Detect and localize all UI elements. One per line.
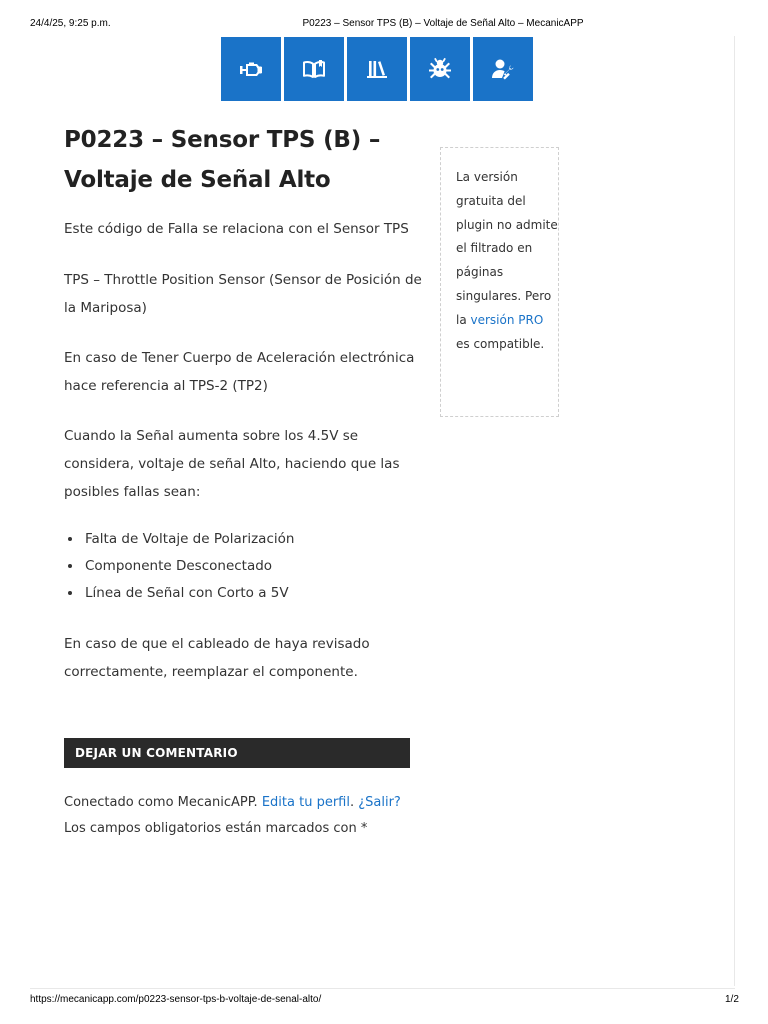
- library-books-icon: [367, 61, 387, 78]
- page-title: P0223 – Sensor TPS (B) – Voltaje de Seña…: [64, 127, 381, 193]
- widget-text-after: es compatible.: [456, 336, 545, 351]
- fault-list: Falta de Voltaje de Polarización Compone…: [64, 526, 423, 607]
- footer-divider: [30, 988, 735, 989]
- nav-book-button[interactable]: [284, 37, 344, 101]
- paragraph-tps-definition: TPS – Throttle Position Sensor (Sensor d…: [64, 272, 422, 316]
- nav-bug-button[interactable]: [410, 37, 470, 101]
- pro-version-link[interactable]: versión PRO: [471, 313, 544, 327]
- user-wrench-icon: [492, 59, 514, 80]
- print-page-title: P0223 – Sensor TPS (B) – Voltaje de Seña…: [302, 18, 584, 29]
- sidebar-widget: La versión gratuita del plugin no admite…: [440, 147, 559, 417]
- list-item: Componente Desconectado: [83, 553, 423, 580]
- paragraph-intro: Este código de Falla se relaciona con el…: [64, 221, 409, 237]
- paragraph-conclusion: En caso de que el cableado de haya revis…: [64, 636, 370, 680]
- article: P0223 – Sensor TPS (B) – Voltaje de Seña…: [64, 120, 424, 680]
- icon-nav: [221, 37, 533, 101]
- open-book-icon: [303, 60, 325, 78]
- edit-profile-link[interactable]: Edita tu perfil: [262, 795, 350, 810]
- engine-icon: [240, 62, 262, 76]
- right-divider: [734, 36, 735, 986]
- widget-text: La versión gratuita del plugin no admite…: [456, 170, 558, 327]
- nav-engine-button[interactable]: [221, 37, 281, 101]
- logout-link[interactable]: ¿Salir?: [358, 795, 401, 810]
- paragraph-electronic-body: En caso de Tener Cuerpo de Aceleración e…: [64, 350, 415, 394]
- bug-icon: [429, 57, 451, 79]
- list-item: Falta de Voltaje de Polarización: [83, 526, 423, 553]
- comment-heading: DEJAR UN COMENTARIO: [64, 738, 410, 768]
- print-url: https://mecanicapp.com/p0223-sensor-tps-…: [30, 994, 322, 1005]
- logged-prefix: Conectado como MecanicAPP.: [64, 795, 258, 810]
- list-item: Línea de Señal con Corto a 5V: [83, 580, 423, 607]
- required-fields-note: Los campos obligatorios están marcados c…: [64, 821, 368, 836]
- nav-user-button[interactable]: [473, 37, 533, 101]
- nav-library-button[interactable]: [347, 37, 407, 101]
- logged-in-note: Conectado como MecanicAPP. Edita tu perf…: [64, 795, 401, 836]
- page-count: 1/2: [725, 994, 739, 1005]
- paragraph-high-voltage: Cuando la Señal aumenta sobre los 4.5V s…: [64, 428, 400, 500]
